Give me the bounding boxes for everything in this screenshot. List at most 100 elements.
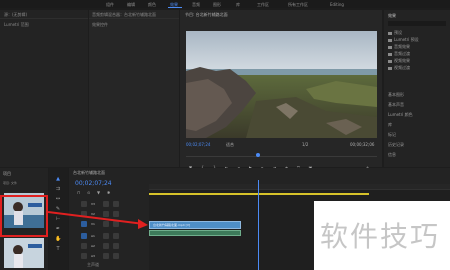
timeline-sequence-tab[interactable]: 台北新竹辅路北面 xyxy=(73,170,105,176)
timeline-playhead[interactable] xyxy=(258,180,259,270)
track-header-v3: V3 xyxy=(69,200,149,208)
effects-item-lumetri-presets[interactable]: Lumetri 预设 xyxy=(388,37,419,43)
program-total-duration: 00;00;32;06 xyxy=(350,142,375,147)
panel-libraries[interactable]: 库 xyxy=(388,122,392,128)
panel-info[interactable]: 信息 xyxy=(388,152,396,158)
eye-icon[interactable] xyxy=(113,201,119,207)
workspace-tab-0[interactable]: 组件 xyxy=(106,2,114,8)
track-label: A3 xyxy=(91,254,95,258)
panel-essential-sound[interactable]: 基本声音 xyxy=(388,102,404,108)
effects-item-audio-effects[interactable]: 音频效果 xyxy=(388,44,410,50)
ripple-edit-tool-icon[interactable]: ↔ xyxy=(55,196,61,202)
track-label: V3 xyxy=(91,202,95,206)
timeline-clip-v2[interactable]: 台北新竹辅路北面.mp4 [V] xyxy=(149,221,241,229)
effects-item-label: 音频效果 xyxy=(394,44,410,49)
active-workspace-indicator xyxy=(168,7,182,8)
timeline-tool-icons: ⊓ ⊙ ▼ ✱ xyxy=(77,190,137,195)
track-headers: V3 V2 V1 A1 A2 A3 主声道 xyxy=(69,196,149,270)
time-ruler[interactable] xyxy=(149,184,450,190)
program-playhead[interactable] xyxy=(256,153,260,157)
audio-mixer-panel: 音频剪辑混合器：台北新竹辅路北面 效果控件 xyxy=(89,10,179,167)
effects-item-presets[interactable]: 预设 xyxy=(388,30,402,36)
lock-track-icon[interactable] xyxy=(81,253,87,259)
effects-item-label: 预设 xyxy=(394,30,402,35)
timeline-timecode[interactable]: 00;02;07;24 xyxy=(75,180,112,187)
tab-audio-clip-mixer[interactable]: 音频剪辑混合器：台北新竹辅路北面 xyxy=(92,12,156,18)
workspace-tab-5[interactable]: 图形 xyxy=(213,2,221,8)
audio-mixer-tabs: 音频剪辑混合器：台北新竹辅路北面 效果控件 xyxy=(89,10,179,27)
track-label: A2 xyxy=(91,244,95,248)
workspace-bar: 组件 编辑 颜色 效果 音频 图形 库 工作区 所有工作区 Editing xyxy=(0,0,450,8)
clip-label: 台北新竹辅路北面.mp4 [V] xyxy=(153,223,191,227)
source-panel-tabs: 源：(无剪辑) Lumetri 范围 xyxy=(0,10,88,27)
program-scrub-bar[interactable] xyxy=(186,156,377,157)
program-monitor: 节目: 台北新竹辅路北面 00;02;07;24 适合 1/2 00;00;32… xyxy=(180,10,382,170)
folder-icon xyxy=(388,38,392,42)
lock-track-icon[interactable] xyxy=(81,243,87,249)
linked-selection-icon[interactable]: ⊙ xyxy=(87,190,90,195)
tab-lumetri-scopes[interactable]: Lumetri 范围 xyxy=(4,22,29,28)
project-panel-subtitle: 项目: 文件 xyxy=(3,181,17,185)
mute-icon[interactable] xyxy=(103,243,109,249)
effects-search-input[interactable] xyxy=(388,21,446,26)
tab-source[interactable]: 源：(无剪辑) xyxy=(4,12,27,18)
program-current-timecode[interactable]: 00;02;07;24 xyxy=(186,142,210,147)
work-area-bar[interactable] xyxy=(149,193,369,195)
timeline-settings-icon[interactable]: ✱ xyxy=(107,190,110,195)
timeline-clip-a1[interactable] xyxy=(149,230,241,236)
effects-panel-title[interactable]: 效果 xyxy=(388,13,396,19)
workspace-tab-8[interactable]: 所有工作区 xyxy=(288,2,308,8)
mute-icon[interactable] xyxy=(103,233,109,239)
resolution-dropdown[interactable]: 1/2 xyxy=(302,142,308,147)
selection-tool-icon[interactable]: ▲ xyxy=(55,176,61,182)
sync-lock-icon[interactable] xyxy=(103,201,109,207)
workspace-tab-1[interactable]: 编辑 xyxy=(127,2,135,8)
project-panel-title[interactable]: 项目 xyxy=(3,171,11,177)
folder-icon xyxy=(388,66,392,70)
panel-lumetri-color[interactable]: Lumetri 颜色 xyxy=(388,112,413,118)
tab-effect-controls[interactable]: 效果控件 xyxy=(92,22,108,28)
folder-icon xyxy=(388,52,392,56)
solo-icon[interactable] xyxy=(113,243,119,249)
watermark-text: 软件技巧 xyxy=(320,220,441,253)
workspace-tab-2[interactable]: 颜色 xyxy=(148,2,156,8)
workspace-tab-9[interactable]: Editing xyxy=(330,2,344,7)
snap-icon[interactable]: ⊓ xyxy=(77,190,80,195)
solo-icon[interactable] xyxy=(113,253,119,259)
panel-essential-graphics[interactable]: 基本图形 xyxy=(388,92,404,98)
effects-item-label: Lumetri 预设 xyxy=(394,37,419,42)
effects-item-video-transitions[interactable]: 视频过渡 xyxy=(388,65,410,71)
track-header-a3: A3 xyxy=(69,252,149,260)
effects-panel: 效果 预设 Lumetri 预设 音频效果 音频过渡 视频效果 视频过渡 基本图… xyxy=(384,10,450,167)
track-header-a1: A1 xyxy=(69,232,149,240)
panel-history[interactable]: 历史记录 xyxy=(388,142,404,148)
source-panel: 源：(无剪辑) Lumetri 范围 xyxy=(0,10,88,167)
source-patch-a1[interactable] xyxy=(81,233,87,239)
workspace-tab-7[interactable]: 工作区 xyxy=(257,2,269,8)
workspace-tab-6[interactable]: 库 xyxy=(236,2,240,8)
folder-icon xyxy=(388,31,392,35)
track-header-a2: A2 xyxy=(69,242,149,250)
effects-item-video-effects[interactable]: 视频效果 xyxy=(388,58,410,64)
add-marker-icon[interactable]: ▼ xyxy=(97,190,100,195)
fit-dropdown[interactable]: 适合 xyxy=(226,142,234,148)
landscape-image xyxy=(186,31,377,138)
panel-markers[interactable]: 标记 xyxy=(388,132,396,138)
type-tool-icon[interactable]: T xyxy=(55,246,61,252)
clip-thumbnail-image xyxy=(4,238,44,268)
effects-item-label: 视频效果 xyxy=(394,58,410,63)
effects-item-label: 视频过渡 xyxy=(394,65,410,70)
workspace-tab-4[interactable]: 音频 xyxy=(192,2,200,8)
folder-icon xyxy=(388,45,392,49)
program-video-frame[interactable] xyxy=(186,31,377,138)
program-monitor-title[interactable]: 节目: 台北新竹辅路北面 xyxy=(185,12,228,18)
effects-item-audio-transitions[interactable]: 音频过渡 xyxy=(388,51,410,57)
folder-icon xyxy=(388,59,392,63)
project-clip-thumbnail-2[interactable] xyxy=(4,238,44,268)
hand-tool-icon[interactable]: ✋ xyxy=(55,236,61,242)
effects-item-label: 音频过渡 xyxy=(394,51,410,56)
track-select-tool-icon[interactable]: ⇉ xyxy=(55,186,61,192)
mute-icon[interactable] xyxy=(103,253,109,259)
solo-icon[interactable] xyxy=(113,233,119,239)
lock-track-icon[interactable] xyxy=(81,201,87,207)
